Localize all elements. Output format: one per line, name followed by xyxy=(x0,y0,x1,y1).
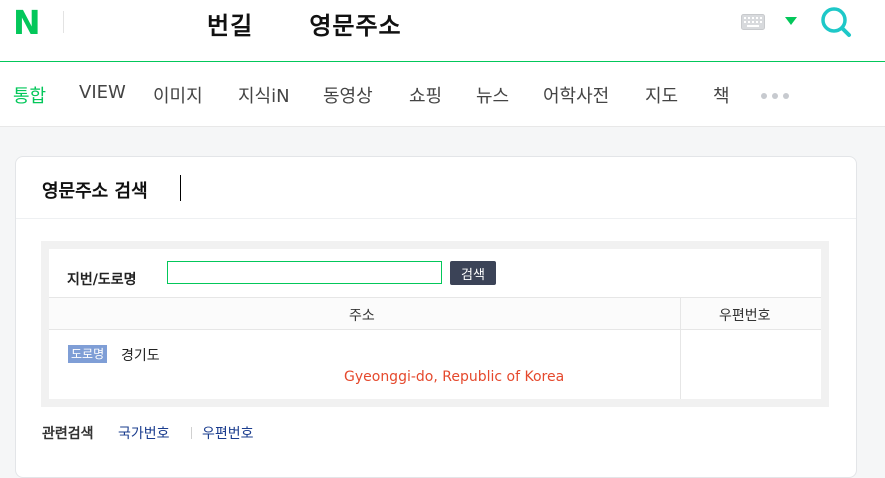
tab-view[interactable]: VIEW xyxy=(79,82,126,103)
tab-video[interactable]: 동영상 xyxy=(323,82,373,108)
table-header: 주소 우편번호 xyxy=(49,297,821,330)
header-postal-code: 우편번호 xyxy=(719,308,771,324)
english-address-card: 영문주소 검색 지번/도로명 검색 주소 우편번호 도로명 경기도 Gyeong… xyxy=(15,156,857,478)
related-title: 관련검색 xyxy=(42,426,94,442)
query-part1: 번길 xyxy=(207,12,254,40)
search-tabs: 통합 VIEW 이미지 지식iN 동영상 쇼핑 뉴스 어학사전 지도 책 xyxy=(0,62,885,127)
tab-knowledge-in[interactable]: 지식iN xyxy=(238,82,290,108)
search-header: N 번길 영문주소 xyxy=(0,0,885,62)
tab-dictionary[interactable]: 어학사전 xyxy=(543,82,609,108)
tab-books[interactable]: 책 xyxy=(713,82,730,108)
related-link-postal-code[interactable]: 우편번호 xyxy=(202,423,254,443)
tab-images[interactable]: 이미지 xyxy=(153,82,203,108)
address-korean: 경기도 xyxy=(121,348,160,364)
naver-logo[interactable]: N xyxy=(13,6,43,39)
more-icon[interactable] xyxy=(760,92,792,100)
tab-news[interactable]: 뉴스 xyxy=(476,82,509,108)
card-title: 영문주소 검색 xyxy=(42,181,148,202)
dropdown-icon[interactable] xyxy=(784,16,798,26)
search-button[interactable]: 검색 xyxy=(450,261,496,285)
search-panel-inner: 지번/도로명 검색 주소 우편번호 도로명 경기도 Gyeonggi-do, R… xyxy=(49,249,821,399)
header-address: 주소 xyxy=(349,308,375,324)
address-type-label: 지번/도로명 xyxy=(67,272,137,288)
logo-divider xyxy=(63,11,64,33)
query-part2: 영문주소 xyxy=(309,12,402,40)
tab-shopping[interactable]: 쇼핑 xyxy=(409,82,442,108)
keyboard-icon[interactable] xyxy=(741,14,765,30)
related-link-country-code[interactable]: 국가번호 xyxy=(118,423,170,443)
address-english[interactable]: Gyeonggi-do, Republic of Korea xyxy=(344,369,564,385)
search-icon[interactable] xyxy=(820,6,852,38)
address-search-input[interactable] xyxy=(167,261,442,284)
search-panel: 지번/도로명 검색 주소 우편번호 도로명 경기도 Gyeonggi-do, R… xyxy=(41,241,829,407)
related-divider xyxy=(191,427,192,439)
card-divider xyxy=(16,218,856,219)
text-caret xyxy=(180,175,181,201)
search-query[interactable]: 번길 영문주소 xyxy=(207,6,402,41)
column-divider xyxy=(680,297,681,399)
tab-integrated[interactable]: 통합 xyxy=(13,82,46,108)
road-name-badge: 도로명 xyxy=(68,345,108,363)
tab-map[interactable]: 지도 xyxy=(645,82,678,108)
